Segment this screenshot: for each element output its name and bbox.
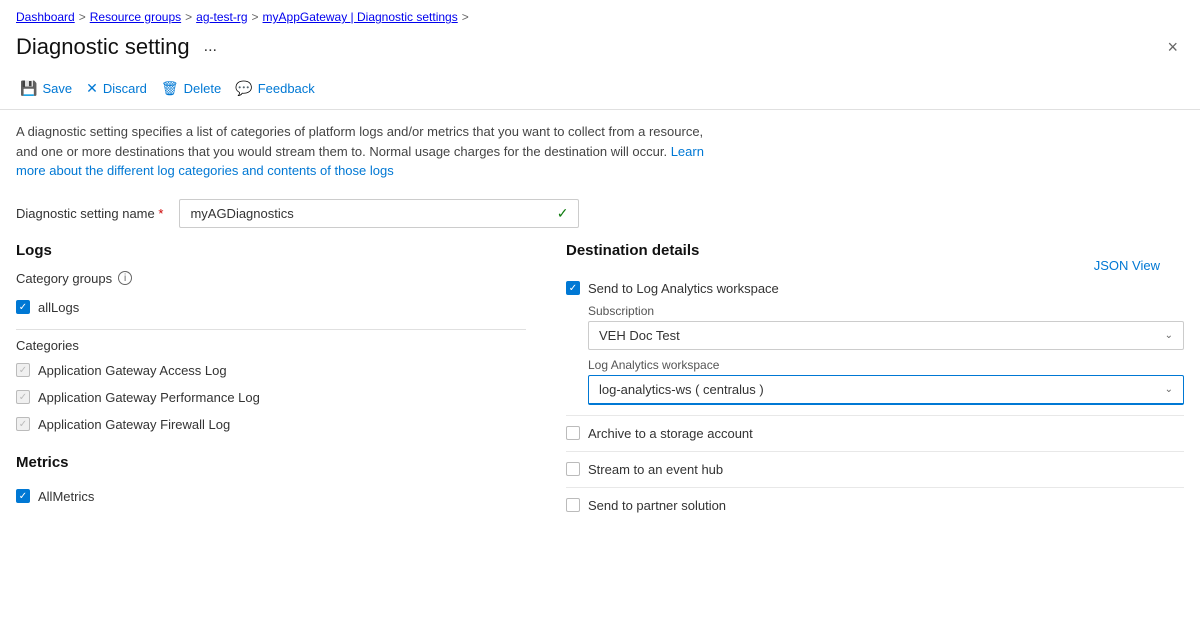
event-hub-label: Stream to an event hub bbox=[588, 462, 723, 477]
discard-button[interactable]: ✕ Discard bbox=[82, 76, 157, 101]
breadcrumb-myappgateway[interactable]: myAppGateway | Diagnostic settings bbox=[263, 10, 458, 24]
save-label: Save bbox=[42, 81, 72, 96]
main-content: Logs Category groups i allLogs Categorie… bbox=[0, 242, 1200, 523]
category-performance-log-label: Application Gateway Performance Log bbox=[38, 390, 260, 405]
feedback-button[interactable]: 💬 Feedback bbox=[231, 76, 325, 101]
setting-name-row: Diagnostic setting name * myAGDiagnostic… bbox=[0, 189, 1200, 242]
page-title: Diagnostic setting bbox=[16, 34, 190, 60]
page-header: Diagnostic setting ... × bbox=[0, 30, 1200, 72]
category-access-log: Application Gateway Access Log bbox=[16, 357, 526, 384]
destination-title: Destination details bbox=[566, 242, 1184, 259]
breadcrumb-resource-groups[interactable]: Resource groups bbox=[90, 10, 181, 24]
save-button[interactable]: 💾 Save bbox=[16, 76, 82, 101]
feedback-icon: 💬 bbox=[235, 80, 252, 97]
discard-label: Discard bbox=[103, 81, 147, 96]
all-logs-checkbox[interactable] bbox=[16, 300, 30, 314]
delete-button[interactable]: 🗑 Delete bbox=[157, 76, 231, 101]
close-button[interactable]: × bbox=[1161, 35, 1184, 60]
logs-title: Logs bbox=[16, 242, 526, 259]
workspace-dropdown[interactable]: log-analytics-ws ( centralus ) ⌄ bbox=[588, 375, 1184, 405]
event-hub-destination: Stream to an event hub bbox=[566, 452, 1184, 488]
category-performance-log: Application Gateway Performance Log bbox=[16, 384, 526, 411]
all-logs-label: allLogs bbox=[38, 300, 79, 315]
log-analytics-label: Send to Log Analytics workspace bbox=[588, 281, 779, 296]
metrics-section: Metrics AllMetrics bbox=[16, 454, 526, 510]
all-metrics-label: AllMetrics bbox=[38, 489, 94, 504]
checkmark-icon: ✓ bbox=[557, 205, 569, 222]
storage-label: Archive to a storage account bbox=[588, 426, 753, 441]
category-access-log-label: Application Gateway Access Log bbox=[38, 363, 227, 378]
logs-section: Logs Category groups i allLogs Categorie… bbox=[16, 242, 526, 438]
subscription-value: VEH Doc Test bbox=[599, 328, 680, 343]
logs-divider bbox=[16, 329, 526, 330]
subscription-label: Subscription bbox=[588, 304, 1184, 318]
event-hub-row: Stream to an event hub bbox=[566, 462, 1184, 477]
delete-icon: 🗑 bbox=[161, 80, 179, 97]
breadcrumb-ag-test-rg[interactable]: ag-test-rg bbox=[196, 10, 247, 24]
partner-checkbox[interactable] bbox=[566, 498, 580, 512]
metrics-title: Metrics bbox=[16, 454, 526, 471]
category-firewall-log-checkbox[interactable] bbox=[16, 417, 30, 431]
workspace-arrow: ⌄ bbox=[1165, 384, 1173, 395]
setting-name-value: myAGDiagnostics bbox=[190, 206, 293, 221]
description-text: A diagnostic setting specifies a list of… bbox=[0, 110, 740, 189]
delete-label: Delete bbox=[184, 81, 222, 96]
discard-icon: ✕ bbox=[86, 80, 98, 97]
category-groups-label: Category groups i bbox=[16, 271, 526, 286]
partner-destination: Send to partner solution bbox=[566, 488, 1184, 523]
event-hub-checkbox[interactable] bbox=[566, 462, 580, 476]
workspace-label: Log Analytics workspace bbox=[588, 358, 1184, 372]
ellipsis-button[interactable]: ... bbox=[198, 36, 223, 58]
storage-checkbox[interactable] bbox=[566, 426, 580, 440]
feedback-label: Feedback bbox=[258, 81, 315, 96]
subscription-dropdown[interactable]: VEH Doc Test ⌄ bbox=[588, 321, 1184, 350]
log-analytics-destination: Send to Log Analytics workspace Subscrip… bbox=[566, 271, 1184, 416]
category-firewall-log-label: Application Gateway Firewall Log bbox=[38, 417, 230, 432]
workspace-value: log-analytics-ws ( centralus ) bbox=[599, 382, 764, 397]
category-access-log-checkbox[interactable] bbox=[16, 363, 30, 377]
log-analytics-row: Send to Log Analytics workspace bbox=[566, 281, 1184, 296]
setting-name-input[interactable]: myAGDiagnostics ✓ bbox=[179, 199, 579, 228]
setting-name-label: Diagnostic setting name * bbox=[16, 206, 163, 221]
partner-row: Send to partner solution bbox=[566, 498, 1184, 513]
all-metrics-checkbox[interactable] bbox=[16, 489, 30, 503]
info-icon[interactable]: i bbox=[118, 271, 132, 285]
json-view-link[interactable]: JSON View bbox=[1094, 258, 1160, 273]
breadcrumb: Dashboard > Resource groups > ag-test-rg… bbox=[0, 0, 1200, 30]
right-column: Destination details Send to Log Analytic… bbox=[566, 242, 1184, 523]
storage-destination: Archive to a storage account bbox=[566, 416, 1184, 452]
left-column: Logs Category groups i allLogs Categorie… bbox=[16, 242, 526, 523]
storage-row: Archive to a storage account bbox=[566, 426, 1184, 441]
toolbar: 💾 Save ✕ Discard 🗑 Delete 💬 Feedback bbox=[0, 72, 1200, 110]
all-logs-item: allLogs bbox=[16, 294, 526, 321]
category-performance-log-checkbox[interactable] bbox=[16, 390, 30, 404]
subscription-arrow: ⌄ bbox=[1165, 330, 1173, 341]
save-icon: 💾 bbox=[20, 80, 37, 97]
log-analytics-checkbox[interactable] bbox=[566, 281, 580, 295]
partner-label: Send to partner solution bbox=[588, 498, 726, 513]
breadcrumb-dashboard[interactable]: Dashboard bbox=[16, 10, 75, 24]
categories-label: Categories bbox=[16, 338, 526, 353]
all-metrics-item: AllMetrics bbox=[16, 483, 526, 510]
category-firewall-log: Application Gateway Firewall Log bbox=[16, 411, 526, 438]
